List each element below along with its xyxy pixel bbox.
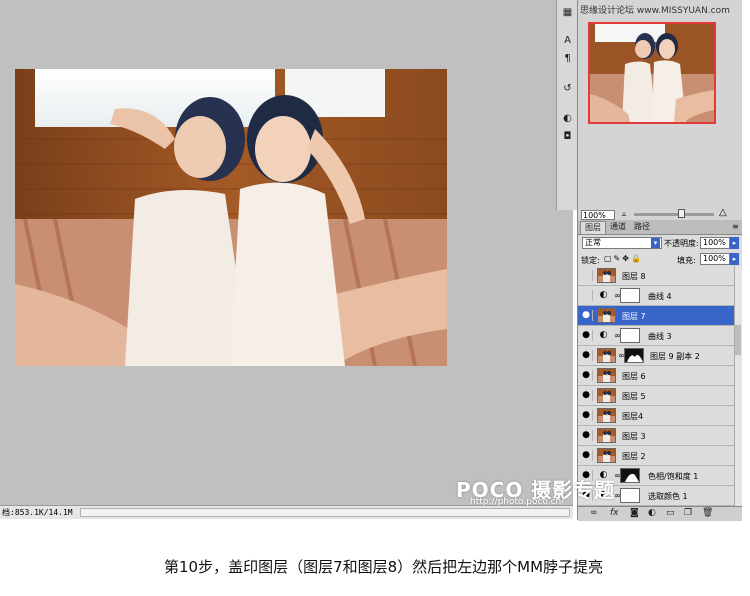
layer-list-scroll-thumb[interactable] — [735, 325, 741, 355]
eye-icon[interactable]: ● — [580, 370, 593, 381]
layer-row[interactable]: ● 图层 6 — [578, 366, 734, 386]
layer-name: 图层 2 — [622, 452, 646, 461]
adjustment-layer-icon: ◐ — [599, 330, 608, 340]
navigator-zoom-slider[interactable] — [634, 213, 714, 216]
layer-mask-thumbnail[interactable] — [620, 488, 640, 503]
layer-mask-thumbnail[interactable] — [620, 288, 640, 303]
tab-channels[interactable]: 通道 — [606, 221, 630, 233]
panel-toolstrip: ▦ A ¶ ↺ ◐ ◘ — [556, 0, 578, 210]
eye-hidden-icon[interactable] — [580, 270, 593, 281]
layer-name: 曲线 4 — [648, 292, 672, 301]
navigator-zoom-knob[interactable] — [678, 209, 685, 218]
adjustment-layer-icon: ◐ — [599, 290, 608, 300]
status-bar: 档:853.1K/14.1M — [0, 505, 573, 519]
layer-name: 图层4 — [622, 412, 644, 421]
site-watermark: 思缘设计论坛 www.MISSYUAN.com — [580, 6, 730, 16]
layer-style-icon[interactable]: fx — [610, 508, 619, 518]
layer-mask-thumbnail[interactable] — [620, 328, 640, 343]
layer-row[interactable]: ● 图层 5 — [578, 386, 734, 406]
adjustment-layer-icon[interactable]: ◐ — [648, 508, 656, 518]
layer-row[interactable]: ● 图层4 — [578, 406, 734, 426]
masks-panel-icon[interactable]: ◘ — [560, 130, 575, 144]
layer-thumbnail[interactable] — [597, 308, 616, 323]
blend-mode-value: 正常 — [585, 238, 601, 247]
character-panel-icon[interactable]: A — [560, 34, 575, 48]
photo-image — [15, 69, 447, 366]
poco-url-watermark: http://photo.poco.cn/ — [470, 497, 565, 507]
tutorial-caption: 第10步，盖印图层（图层7和图层8）然后把左边那个MM脖子提亮 — [164, 558, 604, 576]
layer-name: 色相/饱和度 1 — [648, 472, 699, 481]
lock-label: 锁定: — [581, 256, 600, 265]
navigator-panel: 思缘设计论坛 www.MISSYUAN.com 100% ▵ △ — [577, 0, 742, 220]
layer-thumbnail[interactable] — [597, 448, 616, 463]
eye-icon[interactable]: ● — [580, 450, 593, 461]
layer-name: 图层 8 — [622, 272, 646, 281]
zoom-out-icon[interactable]: ▵ — [622, 209, 626, 218]
history-panel-icon[interactable]: ↺ — [560, 82, 575, 96]
opacity-label: 不透明度: — [664, 239, 699, 248]
layer-mask-thumbnail[interactable] — [620, 468, 640, 483]
fill-label: 填充: — [677, 256, 696, 265]
document-canvas[interactable] — [0, 0, 573, 505]
layer-thumbnail[interactable] — [597, 348, 616, 363]
layer-row[interactable]: ● ∞ 图层 9 副本 2 — [578, 346, 734, 366]
fill-field[interactable]: 100% — [700, 253, 730, 265]
paragraph-panel-icon[interactable]: ¶ — [560, 52, 575, 66]
eye-icon[interactable]: ● — [580, 430, 593, 441]
link-layers-icon[interactable]: ∞ — [590, 508, 598, 518]
layers-panel-tabs: 图层 通道 路径 ≡ — [578, 220, 742, 235]
layer-list-scrollbar[interactable] — [734, 266, 742, 506]
layer-row[interactable]: ● 图层 3 — [578, 426, 734, 446]
layer-mask-thumbnail[interactable] — [624, 348, 644, 363]
new-layer-icon[interactable]: ❐ — [684, 508, 692, 518]
fill-spin-icon[interactable]: ▸ — [730, 253, 739, 265]
layer-name: 选取颜色 1 — [648, 492, 688, 501]
tab-layers[interactable]: 图层 — [580, 221, 606, 234]
zoom-in-icon[interactable]: △ — [719, 207, 727, 218]
eye-icon[interactable]: ● — [580, 330, 593, 341]
layer-name: 图层 5 — [622, 392, 646, 401]
blend-mode-select[interactable]: 正常 ▾ — [582, 237, 662, 249]
navigator-panel-icon[interactable]: ▦ — [560, 6, 575, 20]
eye-icon[interactable]: ● — [580, 310, 593, 321]
horizontal-scrollbar[interactable] — [80, 508, 570, 517]
eye-icon[interactable]: ● — [580, 390, 593, 401]
layer-list: 图层 8 ◐ ∞ 曲线 4 ● 图层 7 ● ◐ ∞ 曲线 3 ● ∞ 图层 9 副本 2 ● 图层 6 ● 图… — [578, 266, 734, 506]
document-size-text: 档:853.1K/14.1M — [2, 508, 73, 517]
opacity-field[interactable]: 100% — [700, 237, 730, 249]
eye-icon[interactable]: ● — [580, 410, 593, 421]
tab-paths[interactable]: 路径 — [630, 221, 654, 233]
navigator-thumbnail[interactable] — [588, 22, 716, 124]
panel-menu-icon[interactable]: ≡ — [728, 221, 743, 233]
layer-name: 曲线 3 — [648, 332, 672, 341]
layer-thumbnail[interactable] — [597, 268, 616, 283]
layer-name: 图层 7 — [622, 312, 646, 321]
trash-icon[interactable]: 🗑 — [702, 508, 713, 518]
lock-icons[interactable]: ▢✎✥🔒 — [604, 254, 643, 263]
layer-row[interactable]: 图层 8 — [578, 266, 734, 286]
eye-icon[interactable]: ● — [580, 350, 593, 361]
layer-row[interactable]: ◐ ∞ 曲线 4 — [578, 286, 734, 306]
new-group-icon[interactable]: ▭ — [666, 508, 675, 518]
layer-name: 图层 9 副本 2 — [650, 352, 700, 361]
layer-thumbnail[interactable] — [597, 388, 616, 403]
add-mask-icon[interactable]: ◙ — [630, 508, 639, 518]
layer-name: 图层 3 — [622, 432, 646, 441]
layer-row[interactable]: ● 图层 7 — [578, 306, 734, 326]
layers-footer: ∞ fx ◙ ◐ ▭ ❐ 🗑 — [578, 506, 742, 521]
chevron-down-icon: ▾ — [651, 238, 660, 248]
layer-thumbnail[interactable] — [597, 368, 616, 383]
layer-thumbnail[interactable] — [597, 408, 616, 423]
layer-row[interactable]: ● 图层 2 — [578, 446, 734, 466]
opacity-spin-icon[interactable]: ▸ — [730, 237, 739, 249]
eye-hidden-icon[interactable] — [580, 290, 593, 301]
layer-name: 图层 6 — [622, 372, 646, 381]
layer-thumbnail[interactable] — [597, 428, 616, 443]
navigator-zoom-field[interactable]: 100% — [581, 210, 615, 220]
layer-row[interactable]: ● ◐ ∞ 曲线 3 — [578, 326, 734, 346]
adjustments-panel-icon[interactable]: ◐ — [560, 112, 575, 126]
